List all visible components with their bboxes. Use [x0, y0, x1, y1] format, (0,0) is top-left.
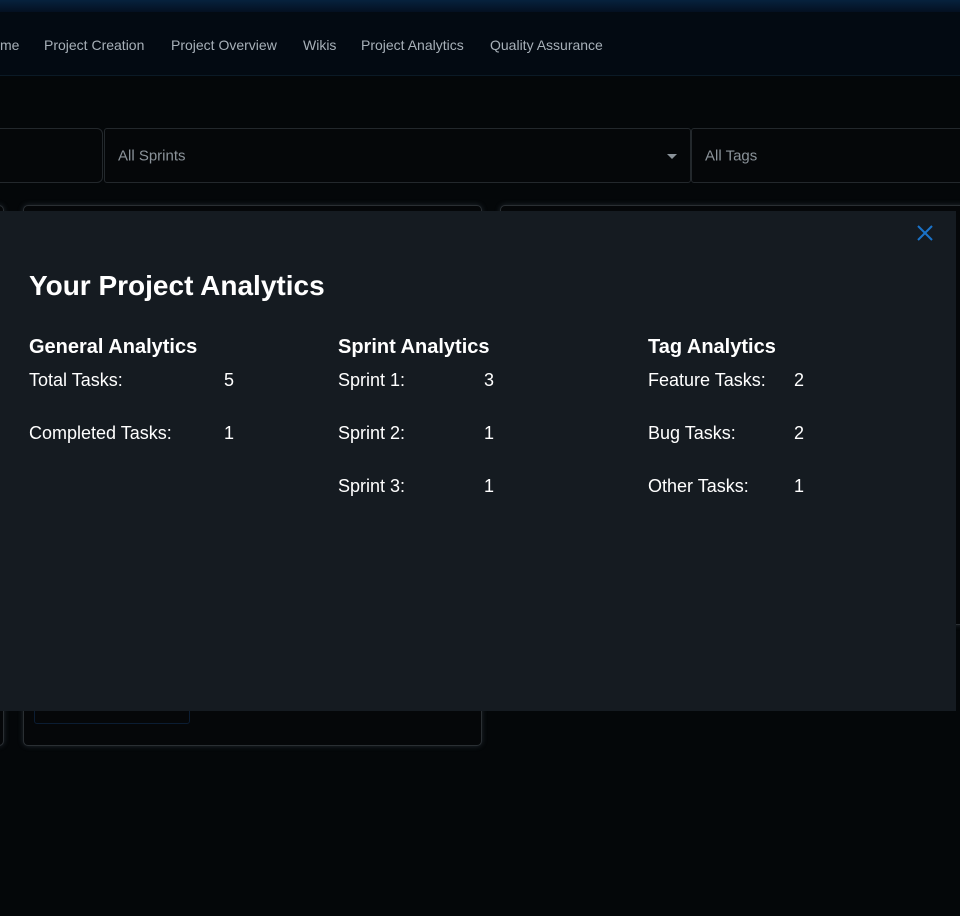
stat-value: 2 — [794, 423, 805, 443]
stat-label: Other Tasks: — [648, 476, 749, 496]
chevron-down-icon — [667, 153, 677, 159]
sprint-analytics-heading: Sprint Analytics — [338, 336, 490, 358]
stat-label: Completed Tasks: — [29, 423, 172, 443]
tag-filter-value: All Tags — [705, 147, 758, 164]
stat-value: 1 — [484, 476, 495, 496]
page: me Project Creation Project Overview Wik… — [0, 0, 960, 916]
stat-label: Sprint 1: — [338, 370, 406, 390]
nav-item-project-overview[interactable]: Project Overview — [171, 37, 277, 53]
nav-item-quality-assurance[interactable]: Quality Assurance — [490, 37, 603, 53]
stat-value: 3 — [484, 370, 495, 390]
stat-label: Bug Tasks: — [648, 423, 736, 443]
stat-value: 1 — [484, 423, 495, 443]
sprint-filter-value: All Sprints — [118, 147, 186, 164]
general-analytics-heading: General Analytics — [29, 336, 198, 358]
stat-value: 2 — [794, 370, 805, 390]
stat-value: 1 — [224, 423, 235, 443]
stat-label: Sprint 3: — [338, 476, 406, 496]
stat-label: Sprint 2: — [338, 423, 406, 443]
stat-label: Feature Tasks: — [648, 370, 766, 390]
tag-analytics-heading: Tag Analytics — [648, 336, 776, 358]
modal-title: Your Project Analytics — [29, 270, 325, 301]
stat-value: 5 — [224, 370, 235, 390]
nav-item-home[interactable]: me — [0, 37, 19, 53]
top-accent-bar — [0, 0, 960, 12]
nav-item-project-creation[interactable]: Project Creation — [44, 37, 144, 53]
stat-label: Total Tasks: — [29, 370, 123, 390]
sprint-filter-select[interactable]: All Sprints — [104, 128, 691, 183]
nav-item-wikis[interactable]: Wikis — [303, 37, 336, 53]
nav-item-project-analytics[interactable]: Project Analytics — [361, 37, 464, 53]
tag-filter-select[interactable]: All Tags — [691, 128, 960, 183]
search-filter-input[interactable] — [0, 128, 103, 183]
main-navbar: me Project Creation Project Overview Wik… — [0, 12, 960, 76]
close-icon[interactable] — [915, 223, 935, 243]
stat-value: 1 — [794, 476, 805, 496]
